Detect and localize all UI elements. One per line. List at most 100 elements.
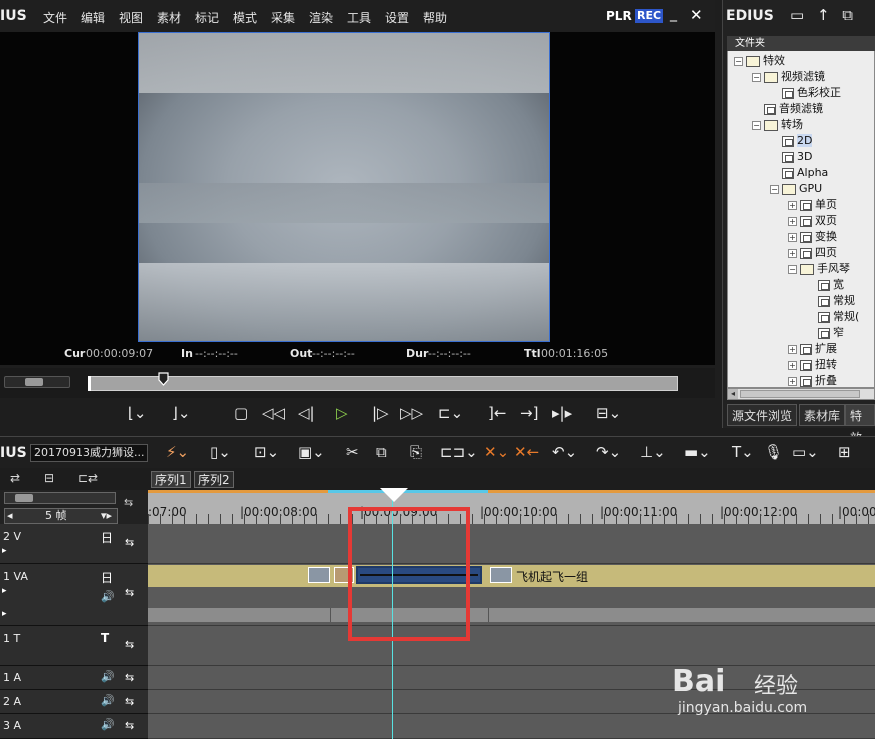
track-sync-icon[interactable]: ⊏⇄ <box>78 471 98 485</box>
track-header-1t[interactable]: 1 T T ⇆ <box>0 626 148 666</box>
tree-item[interactable]: − 手风琴 <box>788 261 850 277</box>
menu-help[interactable]: 帮助 <box>423 9 447 26</box>
clip-thumbnail[interactable] <box>308 567 330 583</box>
tree-item[interactable]: + 双页 <box>788 213 837 229</box>
menu-settings[interactable]: 设置 <box>385 9 409 26</box>
tree-item[interactable]: + 折叠 <box>788 373 837 389</box>
tab-effects[interactable]: 特效 <box>845 404 875 445</box>
frame-unit-select[interactable]: ◂ 5 帧 ▾▸ <box>4 508 118 524</box>
menu-file[interactable]: 文件 <box>43 9 67 26</box>
shuttle-slider[interactable] <box>4 376 70 388</box>
tree-item[interactable]: 窄 <box>806 325 844 341</box>
delete-icon[interactable]: ✕⌄ <box>484 443 509 461</box>
expand-audio-icon[interactable]: ▸ <box>2 609 7 619</box>
tree-item[interactable]: + 四页 <box>788 245 837 261</box>
menu-clip[interactable]: 素材 <box>157 9 181 26</box>
dropdown-icon[interactable]: ▾▸ <box>101 509 112 523</box>
tree-item[interactable]: − 特效 <box>734 53 785 69</box>
menu-render[interactable]: 渲染 <box>309 9 333 26</box>
undo-icon[interactable]: ↶⌄ <box>552 443 577 461</box>
zoom-slider[interactable] <box>4 492 116 504</box>
tree-item[interactable]: + 变换 <box>788 229 837 245</box>
paste-icon[interactable]: ⎘ <box>410 443 422 461</box>
cut-icon[interactable]: ✂ <box>346 443 359 461</box>
save-icon[interactable]: ▣⌄ <box>298 443 325 461</box>
tab-sequence-2[interactable]: 序列2 <box>194 471 234 488</box>
go-in-icon[interactable]: ]← <box>488 404 506 422</box>
menu-mode[interactable]: 模式 <box>233 9 257 26</box>
output-icon[interactable]: ▭⌄ <box>792 443 819 461</box>
track-header-2v[interactable]: 2 V ▸ 日 ⇆ <box>0 524 148 564</box>
collapse-icon[interactable]: − <box>788 264 797 274</box>
rec-mode-button[interactable]: REC <box>635 9 664 23</box>
replace-icon[interactable]: ⊏⊐⌄ <box>440 443 478 461</box>
expand-icon[interactable]: + <box>788 376 797 386</box>
tree-item[interactable]: + 扩展 <box>788 341 837 357</box>
menu-tools[interactable]: 工具 <box>347 9 371 26</box>
clip-thumbnail[interactable] <box>490 567 512 583</box>
track-body-2v[interactable] <box>148 524 875 564</box>
menu-capture[interactable]: 采集 <box>271 9 295 26</box>
left-arrow-icon[interactable]: ◂ <box>7 509 13 523</box>
expand-icon[interactable]: + <box>788 360 797 370</box>
tree-item[interactable]: 常规( <box>806 309 859 325</box>
sync-icon[interactable]: ⇆ <box>125 586 134 599</box>
tree-scrollbar[interactable]: ◂ <box>727 388 875 400</box>
split-icon[interactable]: ⊥⌄ <box>640 443 666 461</box>
panel-toolbar-icons[interactable]: ▭ ↑ ⧉ <box>790 6 857 24</box>
tree-item[interactable]: 常规 <box>806 293 855 309</box>
audio-toggle-icon[interactable]: 🔊 <box>101 694 115 707</box>
sync-icon[interactable]: ⇆ <box>125 695 134 708</box>
tree-item[interactable]: Alpha <box>770 165 828 181</box>
audio-toggle-icon[interactable]: 🔊 <box>101 670 115 683</box>
expand-icon[interactable]: ▸ <box>2 546 7 556</box>
ruler-toggle-icon[interactable]: ⇆ <box>124 496 133 509</box>
track-tool-icon[interactable]: ⇄ <box>10 471 20 485</box>
sync-icon[interactable]: ⇆ <box>125 671 134 684</box>
audio-strip[interactable] <box>148 608 875 622</box>
track-body-3a[interactable] <box>148 714 875 739</box>
mode-icon[interactable]: ⚡⌄ <box>166 443 189 461</box>
track-view-icon[interactable]: ⊟ <box>44 471 54 485</box>
collapse-icon[interactable]: − <box>770 184 779 194</box>
title-icon[interactable]: T⌄ <box>732 443 754 461</box>
step-back-icon[interactable]: ◁| <box>298 404 315 422</box>
tree-item[interactable]: + 扭转 <box>788 357 837 373</box>
sync-icon[interactable]: ⇆ <box>125 719 134 732</box>
collapse-icon[interactable]: − <box>752 72 761 82</box>
minimize-button[interactable]: _ <box>670 6 677 22</box>
expand-icon[interactable]: ▸ <box>2 586 7 596</box>
tab-sequence-1[interactable]: 序列1 <box>151 471 191 488</box>
microphone-icon[interactable]: 🎙 <box>764 443 783 461</box>
sync-icon[interactable]: ⇆ <box>125 536 134 549</box>
close-button[interactable]: ✕ <box>690 6 703 24</box>
expand-icon[interactable]: + <box>788 232 797 242</box>
tree-item[interactable]: − 转场 <box>752 117 803 133</box>
expand-icon[interactable]: + <box>788 248 797 258</box>
project-name[interactable]: 20170913威力狮设... <box>30 444 148 462</box>
audio-toggle-icon[interactable]: 🔊 <box>101 718 115 731</box>
new-sequence-icon[interactable]: ▯⌄ <box>210 443 231 461</box>
track-header-1va[interactable]: 1 VA ▸ ▸ 日 🔊 ⇆ <box>0 564 148 626</box>
rewind-icon[interactable]: ◁◁ <box>262 404 285 422</box>
audio-toggle-icon[interactable]: 🔊 <box>101 590 115 603</box>
menu-view[interactable]: 视图 <box>119 9 143 26</box>
fast-forward-icon[interactable]: ▷▷ <box>400 404 423 422</box>
tab-bin[interactable]: 素材库 <box>799 404 846 426</box>
tree-item[interactable]: 2D <box>770 133 813 149</box>
tab-source-browser[interactable]: 源文件浏览 <box>727 404 798 426</box>
menu-edit[interactable]: 编辑 <box>81 9 105 26</box>
ripple-delete-icon[interactable]: ✕← <box>514 443 539 461</box>
menu-marker[interactable]: 标记 <box>195 9 219 26</box>
import-icon[interactable]: ⊡⌄ <box>254 443 279 461</box>
tree-item[interactable]: + 单页 <box>788 197 837 213</box>
title-track-icon[interactable]: T <box>101 631 109 645</box>
play-icon[interactable]: ▷ <box>336 404 348 422</box>
transition-icon[interactable]: ▬⌄ <box>684 443 711 461</box>
expand-icon[interactable]: + <box>788 344 797 354</box>
track-header-2a[interactable]: 2 A 🔊 ⇆ <box>0 690 148 714</box>
scrub-cursor[interactable] <box>158 372 169 386</box>
video-toggle-icon[interactable]: 日 <box>101 569 113 586</box>
plr-mode-button[interactable]: PLR <box>606 9 632 23</box>
position-slider[interactable] <box>88 376 678 391</box>
